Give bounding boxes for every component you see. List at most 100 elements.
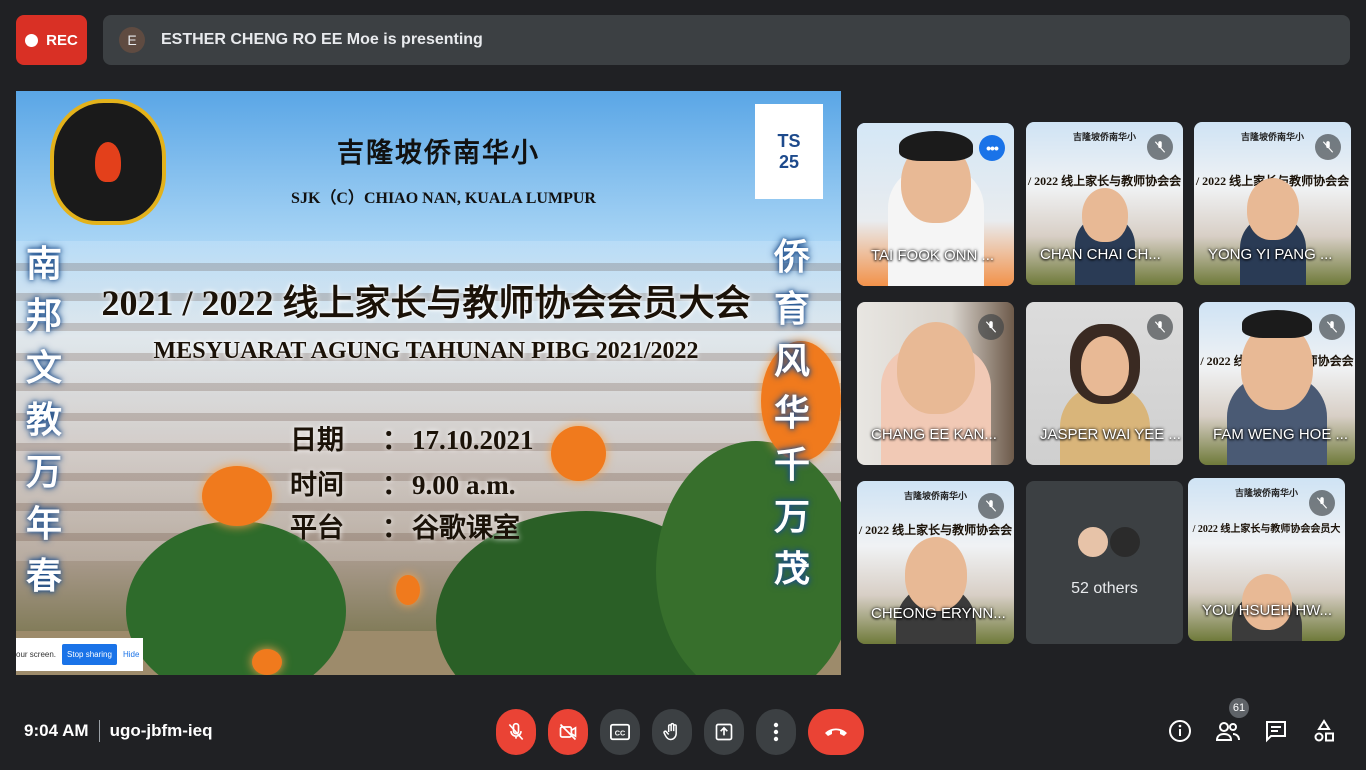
person-hair [1242, 310, 1312, 338]
couplet-char: 万 [25, 452, 62, 492]
info-icon [1169, 720, 1191, 742]
leave-call-button[interactable] [808, 709, 864, 755]
mic-toggle-button[interactable] [496, 709, 536, 755]
presenting-text: ESTHER CHENG RO EE Moe is presenting [161, 31, 483, 48]
hangup-icon [825, 728, 847, 736]
date-line: 日期 ： 17.10.2021 [290, 418, 534, 457]
meeting-info: 9:04 AM ugo-jbfm-ieq [24, 720, 212, 742]
people-button[interactable] [1214, 717, 1242, 745]
hide-button[interactable]: Hide [123, 650, 139, 659]
mic-off-icon [1147, 134, 1173, 160]
chat-button[interactable] [1262, 717, 1290, 745]
colon: ： [382, 425, 409, 455]
date-key: 日期 [290, 425, 344, 455]
mic-off-icon [978, 314, 1004, 340]
more-vert-icon [773, 722, 779, 742]
rec-label: REC [46, 31, 78, 49]
participant-name: CHAN CHAI CH... [1040, 246, 1161, 263]
participant-name: YONG YI PANG ... [1208, 246, 1333, 263]
flower [202, 466, 272, 526]
date-value: 17.10.2021 [412, 425, 534, 455]
hand-icon [663, 722, 677, 741]
participant-name: FAM WENG HOE ... [1213, 426, 1349, 443]
couplet-char: 茂 [773, 549, 810, 589]
participant-tile[interactable]: 吉隆坡侨南华小 / 2022 线上家长与教师协会会员大 YONG YI PANG… [1194, 122, 1351, 285]
participant-name: CHEONG ERYNN... [871, 605, 1006, 622]
camera-toggle-button[interactable] [548, 709, 588, 755]
person-face [904, 537, 967, 611]
couplet-char: 千 [773, 445, 810, 485]
shared-screen[interactable]: TS 25 吉隆坡侨南华小 SJK（C）CHIAO NAN, KUALA LUM… [16, 91, 841, 675]
others-count-label: 52 others [1071, 580, 1138, 597]
participant-tile[interactable]: 吉隆坡侨南华小 / 2022 线上家长与教师协会会员大 YOU HSUEH HW… [1188, 478, 1345, 641]
time-line: 时间 ： 9.00 a.m. [290, 463, 516, 502]
participant-name: CHANG EE KAN... [871, 426, 997, 443]
avatar [1108, 525, 1142, 559]
participant-name: JASPER WAI YEE ... [1040, 426, 1181, 443]
sharing-bar: our screen. Stop sharing Hide [16, 638, 143, 671]
chat-icon [1266, 721, 1286, 743]
mic-off-icon [1309, 490, 1335, 516]
participant-tile[interactable]: / 2022 线上家长与教师协会会员大 FAM WENG HOE ... [1199, 302, 1355, 465]
mini-slide-heading: / 2022 线上家长与教师协会会员大 [1192, 524, 1341, 535]
sharing-text: our screen. [16, 650, 57, 659]
person-face [1081, 188, 1128, 242]
more-options-button[interactable] [756, 709, 796, 755]
flower [551, 426, 606, 481]
couplet-char: 育 [773, 289, 810, 329]
others-avatars [1076, 525, 1142, 559]
record-dot-icon [25, 33, 39, 47]
people-count-badge: 61 [1229, 698, 1249, 718]
couplet-char: 年 [25, 504, 62, 544]
others-tile[interactable]: 52 others [1026, 481, 1183, 644]
participant-name: YOU HSUEH HW... [1202, 602, 1333, 619]
platform-key: 平台 [290, 513, 344, 543]
people-icon [1215, 722, 1240, 741]
more-options-icon[interactable]: ••• [979, 135, 1005, 161]
stop-sharing-button[interactable]: Stop sharing [62, 644, 117, 665]
participant-tile[interactable]: CHANG EE KAN... [857, 302, 1014, 465]
mic-off-icon [1319, 314, 1345, 340]
couplet-char: 风 [773, 341, 810, 381]
presenter-avatar: E [119, 27, 145, 53]
clock-time: 9:04 AM [24, 721, 89, 740]
couplet-char: 邦 [25, 296, 62, 336]
participant-tile[interactable]: 吉隆坡侨南华小 / 2022 线上家长与教师协会会员大 CHEONG ERYNN… [857, 481, 1014, 644]
camera-off-icon [559, 723, 577, 741]
activities-icon [1314, 719, 1334, 742]
platform-line: 平台 ：谷歌课室 [290, 506, 520, 545]
meeting-details-button[interactable] [1166, 717, 1194, 745]
mic-off-icon [1147, 314, 1173, 340]
meeting-code[interactable]: ugo-jbfm-ieq [110, 721, 213, 741]
colon: ： [382, 513, 409, 543]
couplet-char: 春 [25, 556, 62, 596]
captions-icon: CC [610, 723, 630, 741]
couplet-char: 教 [25, 400, 62, 440]
platform-value: 谷歌课室 [412, 513, 520, 543]
mic-off-icon [508, 722, 524, 741]
divider [98, 720, 100, 742]
flower [252, 649, 282, 675]
couplet-char: 侨 [773, 237, 810, 277]
presenting-banner: E ESTHER CHENG RO EE Moe is presenting [103, 15, 1350, 65]
mic-off-icon [1315, 134, 1341, 160]
captions-button[interactable]: CC [600, 709, 640, 755]
flower [396, 575, 420, 605]
activities-button[interactable] [1310, 717, 1338, 745]
person-face [1080, 336, 1129, 396]
time-value: 9.00 a.m. [412, 470, 516, 500]
participant-tile[interactable]: JASPER WAI YEE ... [1026, 302, 1183, 465]
school-name-cn: 吉隆坡侨南华小 [337, 138, 540, 168]
participant-tile[interactable]: ••• TAI FOOK ONN ... [857, 123, 1014, 286]
raise-hand-button[interactable] [652, 709, 692, 755]
colon: ： [382, 470, 409, 500]
present-button[interactable] [704, 709, 744, 755]
person-face [896, 322, 975, 414]
recording-indicator[interactable]: REC [16, 15, 87, 65]
right-couplet: 侨 育 风 华 千 万 茂 [772, 231, 812, 595]
left-couplet: 南 邦 文 教 万 年 春 [24, 238, 64, 602]
person-face [1246, 178, 1299, 240]
participant-tile[interactable]: 吉隆坡侨南华小 / 2022 线上家长与教师协会会员大 CHAN CHAI CH… [1026, 122, 1183, 285]
mic-off-icon [978, 493, 1004, 519]
couplet-char: 万 [773, 497, 810, 537]
